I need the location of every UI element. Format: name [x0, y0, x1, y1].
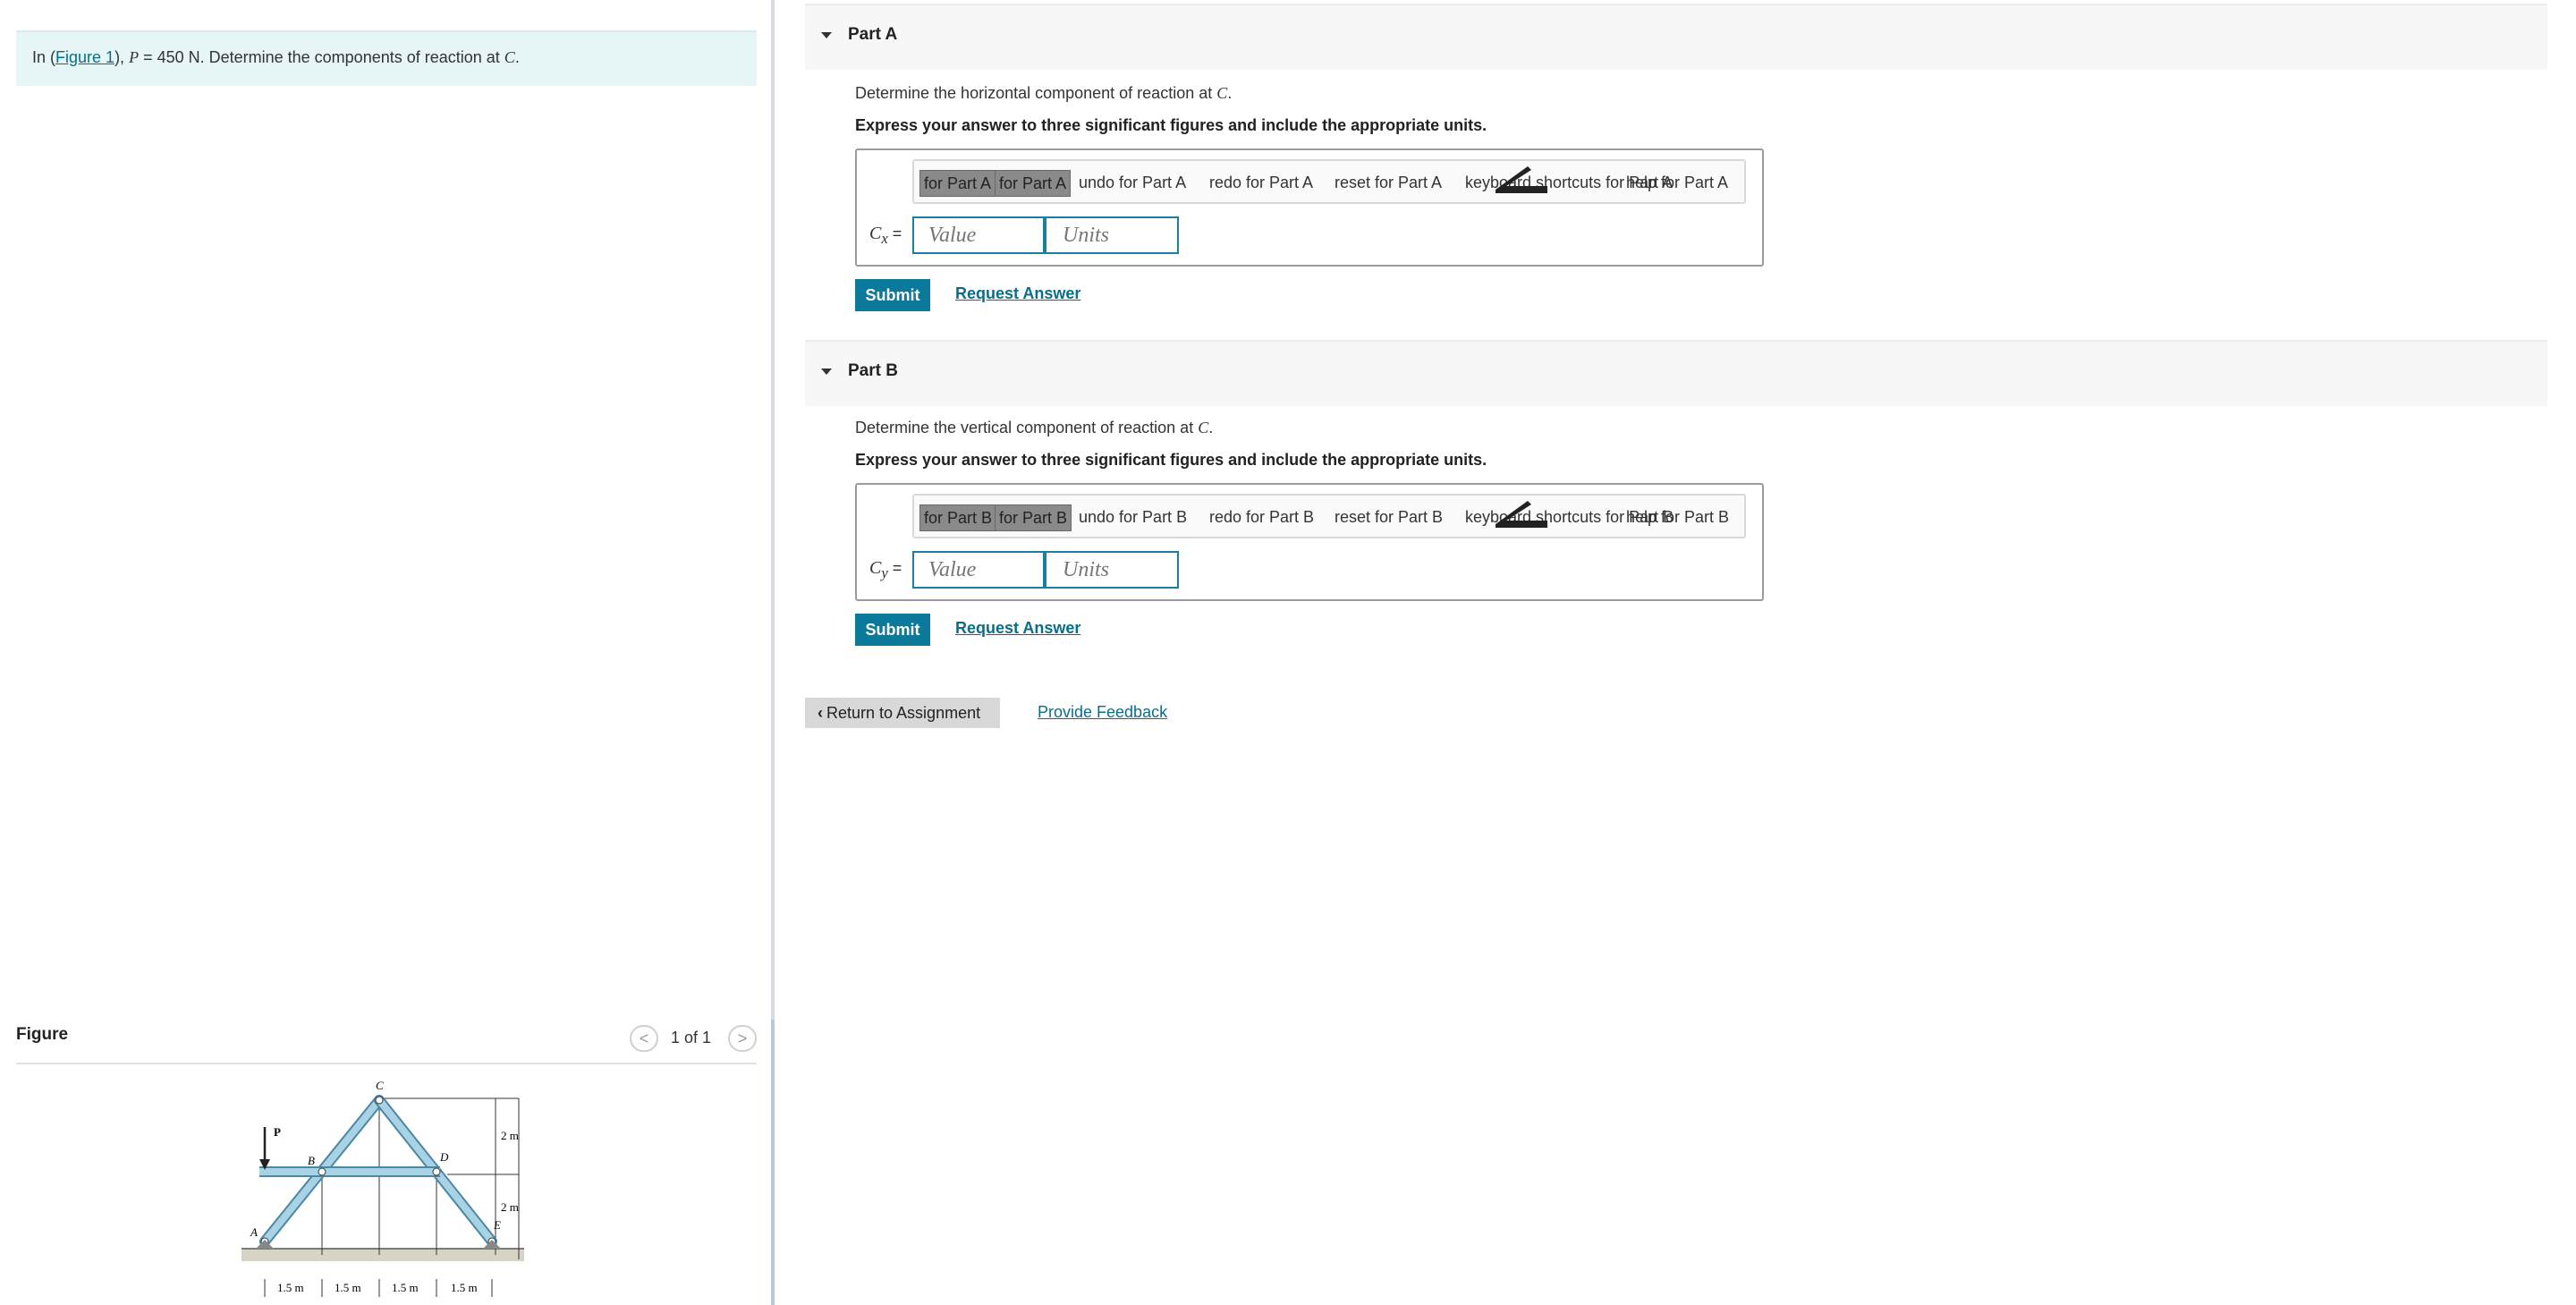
part-a-value-input[interactable] — [912, 216, 1045, 254]
part-b-eq-label: Cy = — [869, 558, 902, 582]
part-a-submit-button[interactable]: Submit — [855, 279, 930, 311]
problem-text-sep: ), — [114, 48, 130, 66]
part-b-template-button-2[interactable]: for Part B — [995, 504, 1072, 531]
figure-counter: 1 of 1 — [671, 1029, 712, 1047]
caret-down-icon — [821, 32, 832, 38]
part-b-question: Determine the vertical component of reac… — [855, 419, 1213, 437]
span-3-label: 1.5 m — [392, 1281, 419, 1294]
part-b-redo-button[interactable]: redo for Part B — [1206, 504, 1318, 531]
part-b-help-button[interactable]: help for Part B — [1623, 504, 1733, 531]
return-to-assignment-button[interactable]: ‹ Return to Assignment — [805, 698, 1000, 728]
label-a: A — [250, 1225, 258, 1239]
part-a-template-button[interactable]: for Part A — [919, 170, 996, 197]
part-b-title: Part B — [848, 361, 898, 380]
right-pane: Part A Determine the horizontal componen… — [805, 0, 2576, 1305]
label-d: D — [439, 1150, 449, 1164]
span-2-label: 1.5 m — [335, 1281, 361, 1294]
dim-top-label: 2 m — [501, 1129, 519, 1142]
provide-feedback-link[interactable]: Provide Feedback — [1038, 703, 1167, 722]
part-b-undo-button[interactable]: undo for Part B — [1075, 504, 1191, 531]
part-a-question-var: C — [1216, 84, 1228, 102]
figure-title: Figure — [16, 1025, 69, 1044]
label-e: E — [493, 1218, 501, 1232]
ground — [242, 1249, 524, 1261]
part-b-toolbar: for Part B for Part B undo for Part B re… — [912, 494, 1746, 538]
return-label: Return to Assignment — [826, 704, 981, 722]
keyboard-icon — [1496, 166, 1547, 193]
label-b: B — [308, 1154, 315, 1167]
part-a-eq-label: Cx = — [869, 224, 902, 248]
caret-down-icon — [821, 369, 832, 375]
part-a-title: Part A — [848, 25, 898, 44]
part-b-submit-button[interactable]: Submit — [855, 614, 930, 646]
part-a-question-text: Determine the horizontal component of re… — [855, 84, 1217, 102]
part-b-reset-button[interactable]: reset for Part B — [1331, 504, 1446, 531]
part-b-request-answer-link[interactable]: Request Answer — [955, 619, 1080, 638]
problem-statement: In (Figure 1), P = 450 N. Determine the … — [16, 30, 757, 86]
part-b-eq-sub: y — [881, 564, 888, 581]
part-a-units-input[interactable] — [1045, 216, 1179, 254]
part-b-instruction: Express your answer to three significant… — [855, 451, 1487, 469]
part-b-units-input[interactable] — [1045, 551, 1179, 589]
part-b-question-period: . — [1208, 419, 1214, 436]
part-b-question-text: Determine the vertical component of reac… — [855, 419, 1199, 436]
part-a-question-period: . — [1227, 84, 1233, 102]
figure-link[interactable]: Figure 1 — [55, 48, 114, 66]
part-a-eq-var: C — [869, 224, 882, 243]
problem-text-prefix: In ( — [32, 48, 56, 66]
next-figure-button[interactable]: > — [728, 1025, 757, 1052]
part-a-instruction: Express your answer to three significant… — [855, 116, 1487, 134]
left-pane: In (Figure 1), P = 450 N. Determine the … — [0, 0, 775, 1305]
dim-bottom-label: 2 m — [501, 1200, 519, 1214]
part-b-eq-var: C — [869, 558, 882, 578]
part-a-redo-button[interactable]: redo for Part A — [1206, 170, 1317, 197]
part-a-toolbar: for Part A for Part A undo for Part A re… — [912, 159, 1746, 204]
span-4-label: 1.5 m — [451, 1281, 478, 1294]
label-p: P — [274, 1125, 281, 1139]
part-a-eq-sub: x — [881, 230, 888, 247]
part-b-question-var: C — [1198, 419, 1209, 436]
part-a-answer-box: for Part A for Part A undo for Part A re… — [855, 148, 1764, 267]
figure-scrollbar[interactable] — [771, 1020, 775, 1305]
figure-header: Figure < 1 of 1 > — [16, 1020, 757, 1064]
part-b-header[interactable]: Part B — [805, 340, 2547, 406]
problem-text-value: = 450 N. Determine the components of rea… — [139, 48, 504, 66]
part-b-value-input[interactable] — [912, 551, 1045, 589]
part-a-question: Determine the horizontal component of re… — [855, 84, 1232, 103]
part-a-eq-sign: = — [887, 225, 902, 242]
truss-figure: C P B D A E 2 m 2 m 1.5 m 1.5 m 1.5 m 1.… — [242, 1079, 524, 1297]
span-1-label: 1.5 m — [277, 1281, 304, 1294]
part-a-header[interactable]: Part A — [805, 4, 2547, 70]
part-b-eq-sign: = — [887, 559, 902, 577]
chevron-left-icon: ‹ — [818, 704, 823, 722]
part-b-template-button[interactable]: for Part B — [919, 504, 997, 531]
part-a-template-button-2[interactable]: for Part A — [995, 170, 1072, 197]
problem-text-period: . — [514, 48, 520, 66]
label-c: C — [376, 1079, 384, 1092]
c-variable: C — [504, 48, 515, 66]
p-variable: P — [129, 48, 140, 66]
part-a-undo-button[interactable]: undo for Part A — [1075, 170, 1190, 197]
part-a-request-answer-link[interactable]: Request Answer — [955, 284, 1080, 303]
keyboard-icon — [1496, 501, 1547, 528]
part-a-reset-button[interactable]: reset for Part A — [1331, 170, 1445, 197]
previous-figure-button[interactable]: < — [630, 1025, 658, 1052]
part-b-answer-box: for Part B for Part B undo for Part B re… — [855, 483, 1764, 601]
part-a-help-button[interactable]: help for Part A — [1623, 170, 1732, 197]
